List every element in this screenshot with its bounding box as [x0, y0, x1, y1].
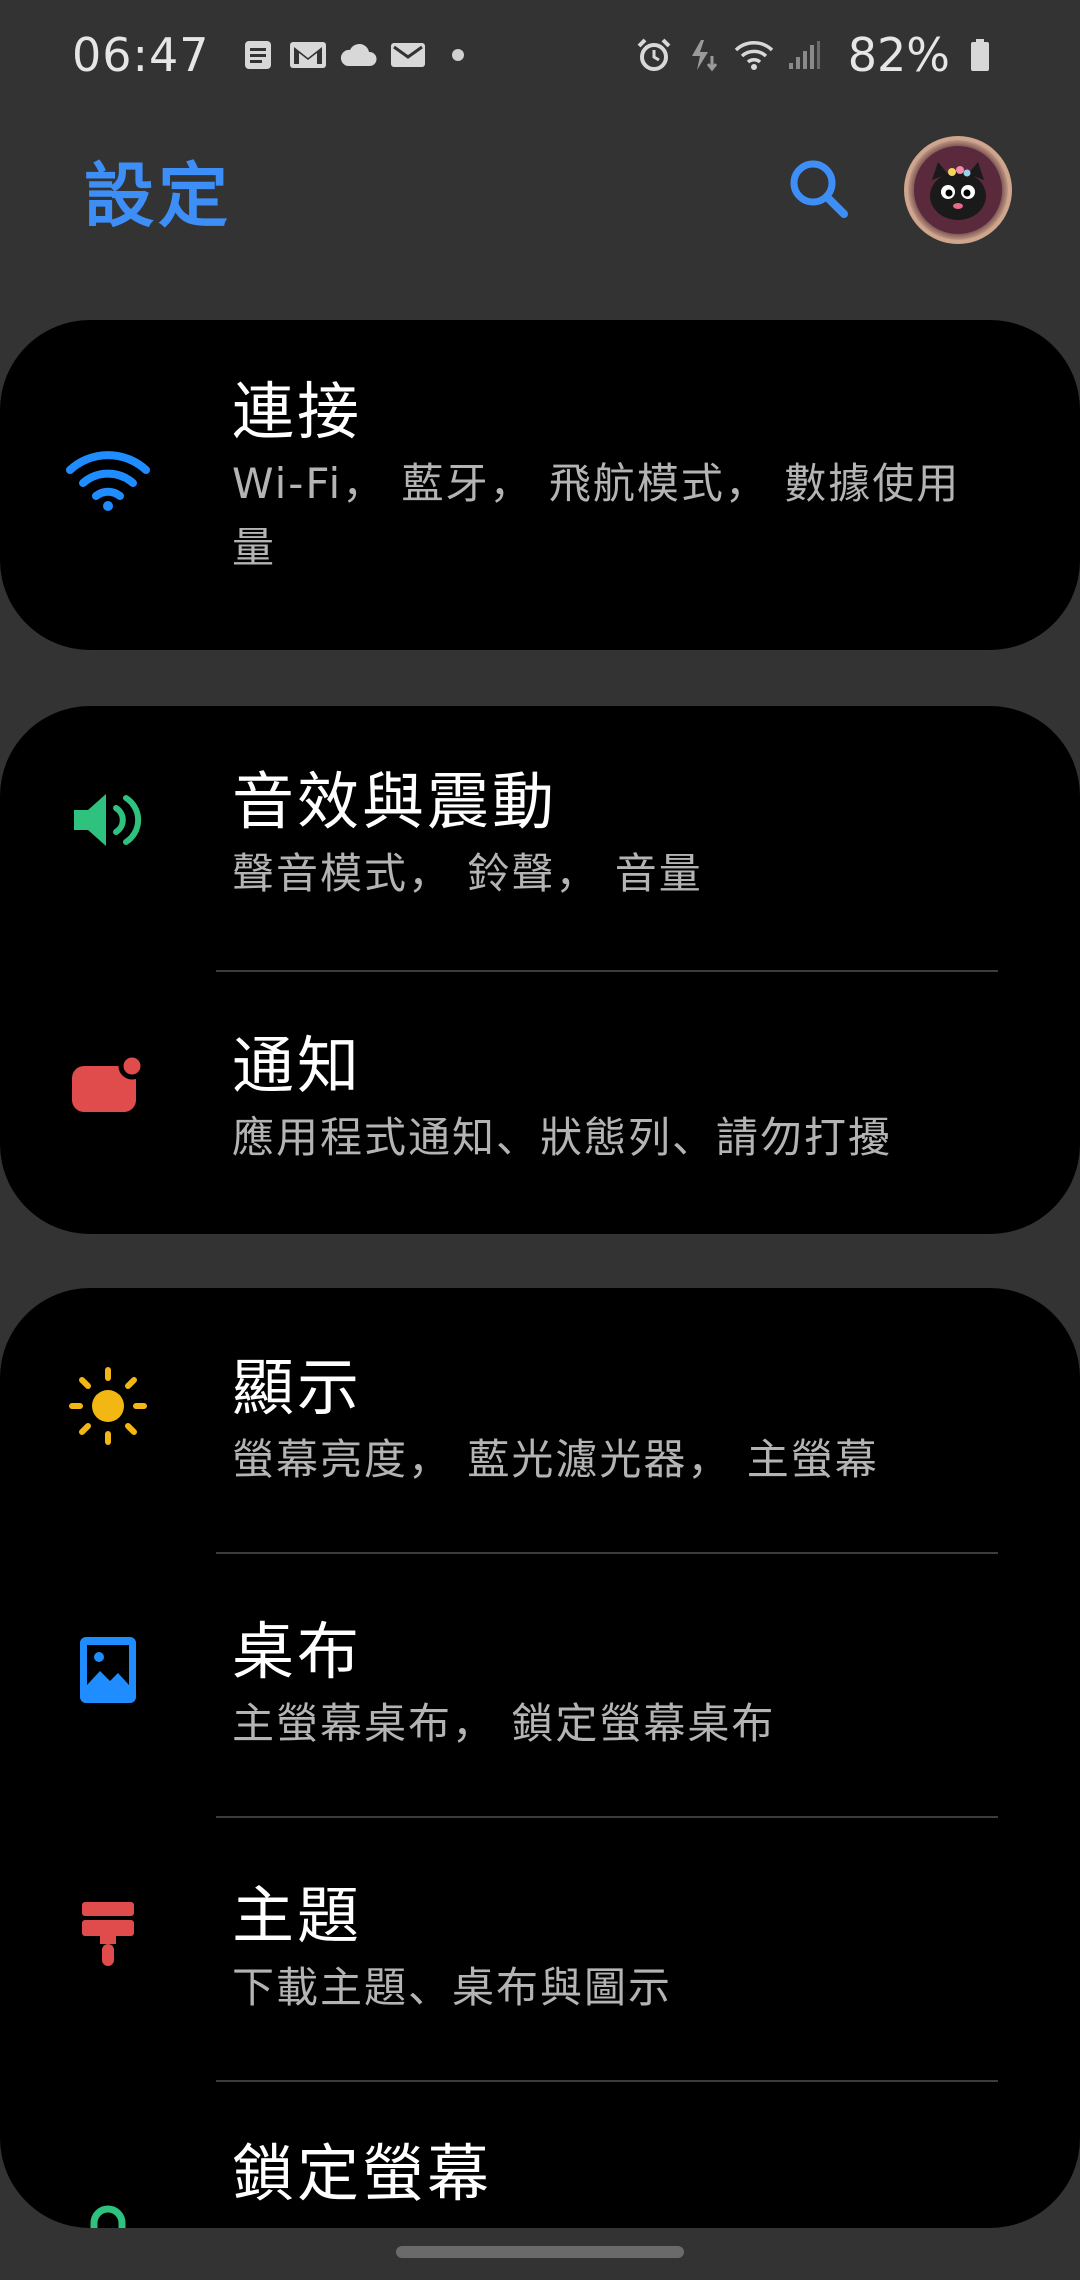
notification-icon	[58, 1034, 158, 1134]
avatar-cat-icon	[914, 146, 1002, 234]
search-icon	[786, 156, 850, 224]
alarm-icon	[634, 35, 674, 75]
header: 設定	[0, 120, 1080, 260]
item-subtitle: 應用程式通知、狀態列、請勿打擾	[232, 1113, 893, 1162]
card-display-group: 顯示 螢幕亮度， 藍光濾光器， 主螢幕 桌布 主螢幕桌布， 鎖定螢幕桌布 主題 …	[0, 1288, 1080, 2228]
wifi-icon	[58, 430, 158, 530]
data-icon	[684, 35, 724, 75]
card-sounds-notifications: 音效與震動 聲音模式， 鈴聲， 音量 通知 應用程式通知、狀態列、請勿打擾	[0, 706, 1080, 1234]
lock-icon	[58, 2190, 158, 2228]
item-subtitle: 主螢幕桌布， 鎖定螢幕桌布	[232, 1699, 776, 1748]
signal-icon	[784, 35, 824, 75]
item-subtitle: 螢幕亮度， 藍光濾光器， 主螢幕	[232, 1435, 879, 1484]
battery-icon	[960, 35, 1000, 75]
item-subtitle: 下載主題、桌布與圖示	[232, 1963, 673, 2012]
settings-item-wallpaper[interactable]: 桌布 主螢幕桌布， 鎖定螢幕桌布	[0, 1612, 1080, 1756]
item-title: 桌布	[232, 1615, 363, 1688]
cloud-icon	[338, 35, 378, 75]
speaker-icon	[58, 770, 158, 870]
status-bar: 06:47 82%	[0, 0, 1080, 110]
status-time: 06:47	[72, 28, 210, 82]
avatar[interactable]	[904, 136, 1012, 244]
item-subtitle: 聲音模式， 鈴聲， 音量	[232, 849, 703, 898]
settings-item-connections[interactable]: 連接 Wi-Fi， 藍牙， 飛航模式， 數據使用量	[0, 320, 1080, 580]
page-title: 設定	[84, 154, 232, 237]
item-title: 顯示	[232, 1351, 363, 1424]
header-actions	[778, 136, 1012, 244]
sun-icon	[58, 1356, 158, 1456]
status-right: 82%	[634, 28, 1010, 82]
gmail-icon	[288, 35, 328, 75]
divider	[216, 1816, 998, 1818]
battery-percent: 82%	[847, 28, 950, 82]
item-title: 音效與震動	[232, 765, 558, 838]
card-connections: 連接 Wi-Fi， 藍牙， 飛航模式， 數據使用量	[0, 320, 1080, 650]
dot-icon	[451, 49, 464, 61]
mail-icon	[388, 35, 428, 75]
item-title: 連接	[232, 375, 363, 448]
item-title: 通知	[232, 1029, 363, 1102]
item-title: 主題	[232, 1879, 363, 1952]
search-button[interactable]	[778, 150, 858, 230]
item-subtitle: Wi-Fi， 藍牙， 飛航模式， 數據使用量	[232, 459, 961, 572]
settings-item-themes[interactable]: 主題 下載主題、桌布與圖示	[0, 1876, 1080, 2020]
gesture-bar[interactable]	[396, 2246, 684, 2258]
divider	[216, 970, 998, 972]
wifi-icon	[734, 35, 774, 75]
settings-item-display[interactable]: 顯示 螢幕亮度， 藍光濾光器， 主螢幕	[0, 1348, 1080, 1492]
settings-item-sounds[interactable]: 音效與震動 聲音模式， 鈴聲， 音量	[0, 762, 1080, 906]
settings-item-lock-screen[interactable]: 鎖定螢幕	[0, 2134, 1080, 2228]
paintbrush-icon	[58, 1884, 158, 1984]
divider	[216, 1552, 998, 1554]
status-left: 06:47	[72, 28, 464, 82]
image-icon	[58, 1620, 158, 1720]
divider	[216, 2080, 998, 2082]
settings-item-notifications[interactable]: 通知 應用程式通知、狀態列、請勿打擾	[0, 1026, 1080, 1170]
notes-icon	[238, 35, 278, 75]
item-title: 鎖定螢幕	[232, 2137, 493, 2210]
